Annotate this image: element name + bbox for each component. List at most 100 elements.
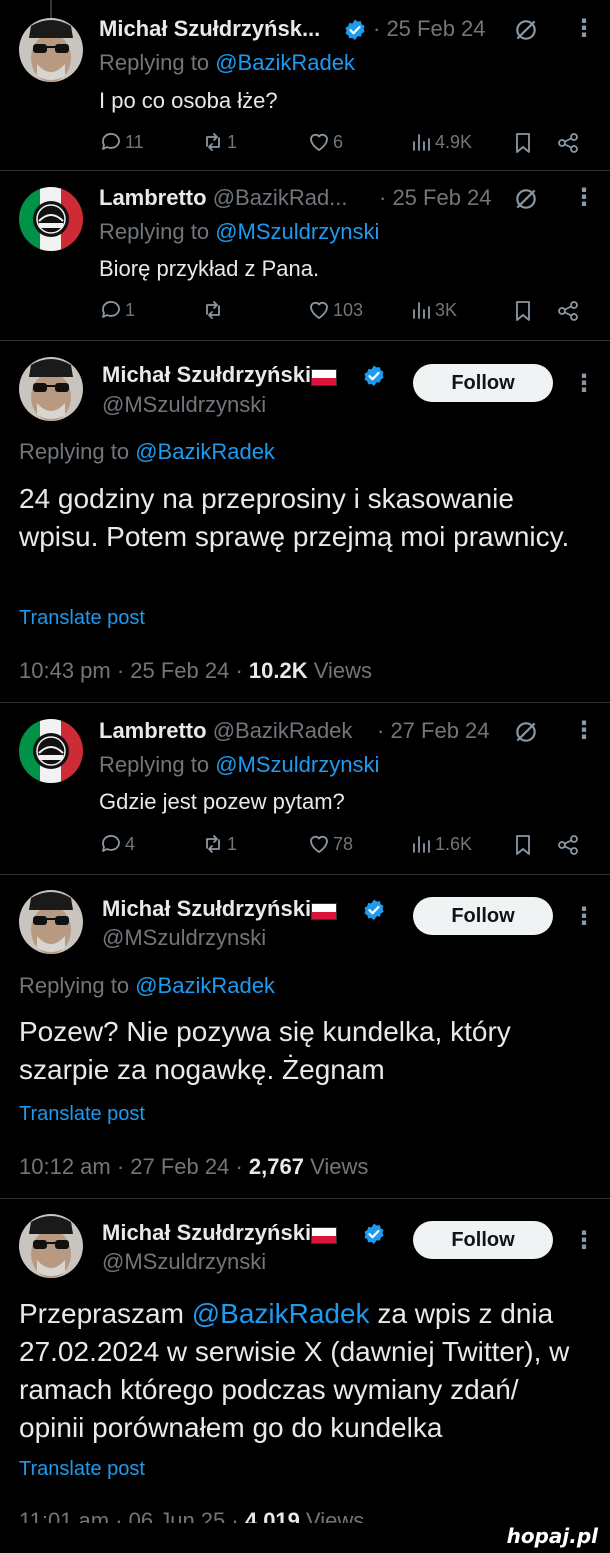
author-line: Michał Szułdrzyński — [102, 362, 338, 388]
more-options-icon[interactable]: ⋮ — [572, 902, 596, 931]
post-text: Przepraszam @BazikRadek za wpis z dnia 2… — [19, 1298, 570, 1443]
divider — [0, 1198, 610, 1199]
poland-flag-icon — [311, 1227, 338, 1245]
replying-to: Replying to @BazikRadek — [99, 50, 355, 75]
mention-link[interactable]: @BazikRadek — [192, 1298, 370, 1329]
post-timestamp: 10:12 am · 27 Feb 24 · 2,767 Views — [19, 1154, 369, 1179]
reply-button[interactable]: 11 — [99, 130, 144, 154]
follow-button[interactable]: Follow — [413, 364, 553, 402]
mention-link[interactable]: @BazikRadek — [215, 50, 355, 75]
views-button[interactable]: 3K — [409, 298, 457, 322]
bookmark-icon — [516, 835, 530, 855]
analytics-icon — [413, 134, 430, 151]
poland-flag-icon — [311, 369, 338, 387]
replying-to: Replying to @MSzuldrzynski — [99, 752, 380, 777]
views-button[interactable]: 1.6K — [409, 832, 472, 856]
mention-link[interactable]: @MSzuldrzynski — [215, 752, 379, 777]
post-date: · 25 Feb 24 — [373, 16, 486, 41]
bookmark-button[interactable] — [511, 299, 535, 328]
post-handle[interactable]: @MSzuldrzynski — [102, 392, 266, 418]
heart-icon — [310, 835, 328, 853]
post-author[interactable]: Michał Szułdrzyński — [102, 1220, 311, 1245]
like-button[interactable]: 78 — [307, 832, 353, 856]
avatar-lambretto[interactable] — [19, 719, 83, 783]
post-author[interactable]: Lambretto — [99, 185, 207, 210]
post-text: 24 godziny na przeprosiny i skasowanie w… — [19, 483, 570, 552]
post-author[interactable]: Lambretto — [99, 718, 207, 743]
bookmark-button[interactable] — [511, 833, 535, 862]
more-options-icon[interactable]: ⋮ — [572, 716, 596, 745]
post-text: I po co osoba łże? — [99, 88, 278, 113]
avatar-michal[interactable] — [19, 890, 83, 954]
share-button[interactable] — [556, 833, 580, 862]
avatar-michal[interactable] — [19, 1214, 83, 1278]
post-header: Lambretto @BazikRadek — [99, 718, 352, 744]
author-line: Michał Szułdrzyński — [102, 1220, 338, 1246]
divider — [0, 340, 610, 341]
analytics-icon — [413, 836, 430, 853]
thread-line — [50, 0, 52, 18]
post-handle[interactable]: @BazikRadek — [213, 718, 353, 743]
post-date: · 27 Feb 24 — [377, 718, 490, 743]
mention-link[interactable]: @BazikRadek — [135, 439, 275, 464]
post-author[interactable]: Michał Szułdrzyński — [102, 896, 311, 921]
bookmark-icon — [516, 133, 530, 153]
verified-badge-icon — [364, 1223, 384, 1244]
mention-link[interactable]: @BazikRadek — [135, 973, 275, 998]
heart-icon — [310, 301, 328, 319]
grok-icon[interactable] — [513, 186, 539, 212]
poland-flag-icon — [311, 903, 338, 921]
post-handle[interactable]: @MSzuldrzynski — [102, 1249, 266, 1275]
more-options-icon[interactable]: ⋮ — [572, 1226, 596, 1255]
repost-button[interactable]: 1 — [201, 130, 237, 154]
mention-link[interactable]: @MSzuldrzynski — [215, 219, 379, 244]
post-handle[interactable]: @BazikRad... — [213, 185, 348, 210]
avatar-michal[interactable] — [19, 18, 83, 82]
divider — [0, 702, 610, 703]
grok-icon[interactable] — [513, 17, 539, 43]
author-line: Michał Szułdrzyński — [102, 896, 338, 922]
repost-icon — [206, 133, 220, 151]
post-text: Pozew? Nie pozywa się kundelka, który sz… — [19, 1016, 511, 1085]
divider — [0, 874, 610, 875]
translate-post-link[interactable]: Translate post — [19, 1458, 145, 1481]
watermark-logo: hopaj.pl — [506, 1524, 598, 1548]
divider — [0, 170, 610, 171]
like-button[interactable]: 103 — [307, 298, 363, 322]
reply-button[interactable]: 1 — [99, 298, 135, 322]
heart-icon — [310, 133, 328, 151]
translate-post-link[interactable]: Translate post — [19, 607, 145, 630]
verified-badge-icon — [364, 899, 384, 920]
share-button[interactable] — [556, 131, 580, 160]
post-timestamp: 10:43 pm · 25 Feb 24 · 10.2K Views — [19, 658, 373, 683]
post-author[interactable]: Michał Szułdrzyńsk... — [99, 16, 320, 42]
repost-button[interactable] — [201, 298, 227, 322]
replying-to: Replying to @MSzuldrzynski — [99, 219, 380, 244]
views-button[interactable]: 4.9K — [409, 130, 472, 154]
share-button[interactable] — [556, 299, 580, 328]
verified-badge-icon — [364, 365, 384, 386]
post-author[interactable]: Michał Szułdrzyński — [102, 362, 311, 387]
post-handle[interactable]: @MSzuldrzynski — [102, 925, 266, 951]
repost-icon — [206, 301, 220, 319]
reply-icon — [102, 301, 120, 318]
grok-icon[interactable] — [513, 719, 539, 745]
post-date: · 25 Feb 24 — [379, 185, 492, 210]
bookmark-button[interactable] — [511, 131, 535, 160]
more-options-icon[interactable]: ⋮ — [572, 183, 596, 212]
more-options-icon[interactable]: ⋮ — [572, 14, 596, 43]
post-text: Biorę przykład z Pana. — [99, 256, 320, 281]
avatar-michal[interactable] — [19, 357, 83, 421]
follow-button[interactable]: Follow — [413, 897, 553, 935]
post-header: Lambretto @BazikRad... — [99, 185, 348, 211]
repost-button[interactable]: 1 — [201, 832, 237, 856]
more-options-icon[interactable]: ⋮ — [572, 369, 596, 398]
avatar-lambretto[interactable] — [19, 187, 83, 251]
verified-badge-icon — [345, 19, 365, 40]
translate-post-link[interactable]: Translate post — [19, 1103, 145, 1126]
like-button[interactable]: 6 — [307, 130, 343, 154]
replying-to: Replying to @BazikRadek — [19, 439, 275, 464]
follow-button[interactable]: Follow — [413, 1221, 553, 1259]
reply-button[interactable]: 4 — [99, 832, 135, 856]
reply-icon — [102, 835, 120, 852]
